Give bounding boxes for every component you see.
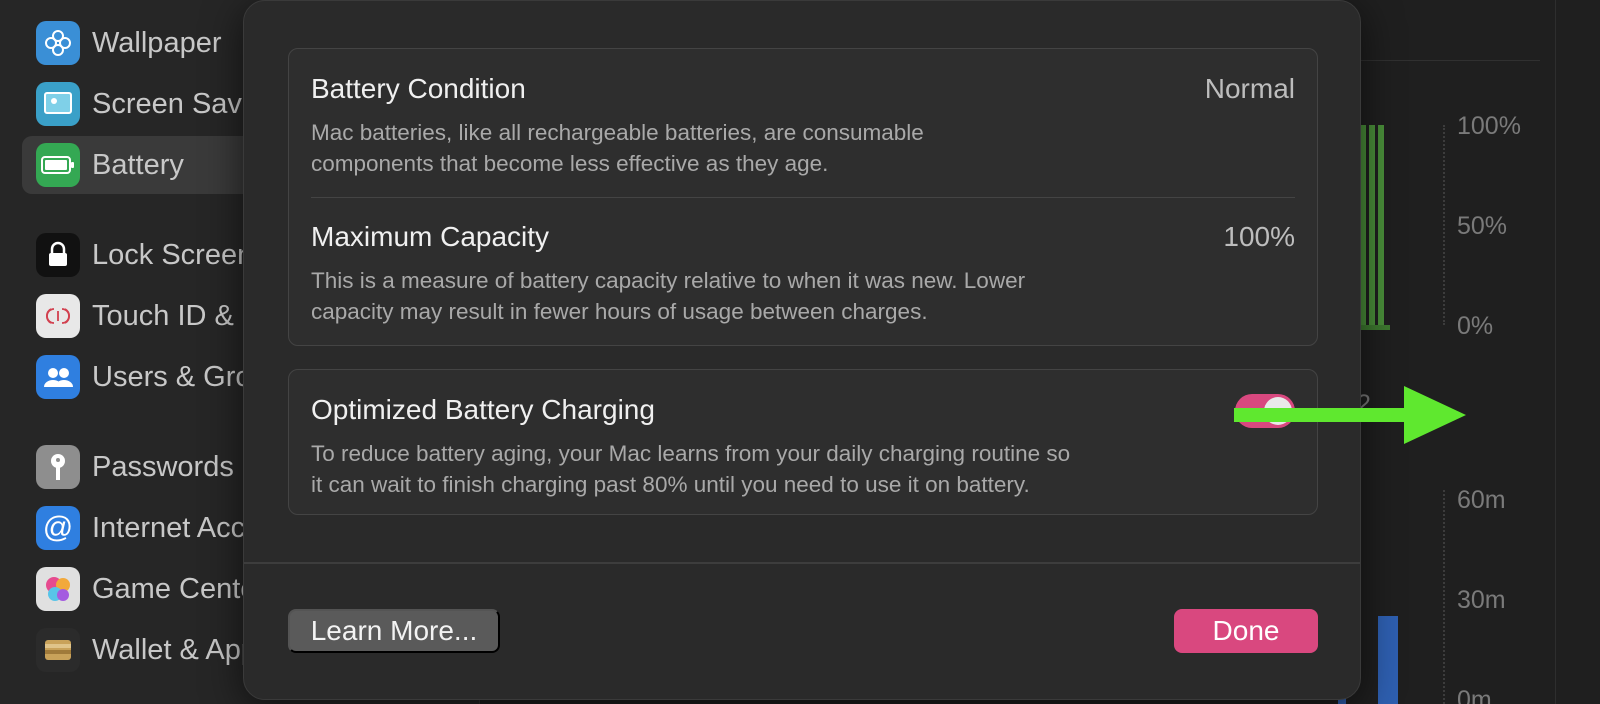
game-center-icon — [36, 567, 80, 611]
battery-condition-description: Mac batteries, like all rechargeable bat… — [311, 117, 1295, 179]
optimized-charging-description: To reduce battery aging, your Mac learns… — [311, 438, 1295, 500]
lock-icon — [36, 233, 80, 277]
row-divider — [311, 197, 1295, 198]
description-line: components that become less effective as… — [311, 151, 829, 176]
description-line: To reduce battery aging, your Mac learns… — [311, 441, 1071, 466]
battery-icon — [36, 143, 80, 187]
chart-divider — [1340, 60, 1540, 61]
key-icon — [36, 445, 80, 489]
chart-axis-label: 0% — [1457, 312, 1494, 340]
maximum-capacity-row: Maximum Capacity 100% This is a measure … — [311, 221, 1295, 327]
chart-gridline — [1443, 125, 1445, 325]
battery-health-group: Battery Condition Normal Mac batteries, … — [288, 48, 1318, 346]
sidebar-item-label: Battery — [92, 148, 184, 181]
maximum-capacity-description: This is a measure of battery capacity re… — [311, 265, 1295, 327]
maximum-capacity-title: Maximum Capacity — [311, 221, 550, 252]
wallet-icon — [36, 628, 80, 672]
sidebar-item-label: Wallpaper — [92, 26, 222, 59]
flower-icon — [36, 21, 80, 65]
chart-axis-label: 50% — [1457, 212, 1508, 240]
done-button[interactable]: Done — [1174, 609, 1318, 653]
optimized-charging-title: Optimized Battery Charging — [311, 394, 655, 425]
sidebar-item-label: Passwords — [92, 450, 234, 483]
description-line: it can wait to finish charging past 80% … — [311, 472, 1030, 497]
optimized-charging-row: Optimized Battery Charging To reduce bat… — [311, 394, 1295, 500]
sidebar-item-label: Game Center — [92, 572, 267, 605]
battery-level-chart — [1360, 125, 1390, 330]
annotation-arrow-icon — [1234, 386, 1466, 444]
optimized-charging-group: Optimized Battery Charging To reduce bat… — [288, 369, 1318, 515]
at-icon: @ — [36, 506, 80, 550]
battery-condition-title: Battery Condition — [311, 73, 526, 104]
learn-more-button[interactable]: Learn More... — [288, 609, 500, 653]
description-line: This is a measure of battery capacity re… — [311, 268, 1026, 293]
chart-gridline — [1443, 490, 1445, 704]
chart-axis-label: 0m — [1457, 686, 1492, 704]
description-line: capacity may result in fewer hours of us… — [311, 299, 928, 324]
description-line: Mac batteries, like all rechargeable bat… — [311, 120, 924, 145]
chart-axis-label: 60m — [1457, 486, 1506, 514]
sidebar-item-label: Lock Screen — [92, 238, 254, 271]
chart-axis-label: 30m — [1457, 586, 1506, 614]
users-icon — [36, 355, 80, 399]
fingerprint-icon — [36, 294, 80, 338]
screen-saver-icon — [36, 82, 80, 126]
battery-health-dialog: Battery Condition Normal Mac batteries, … — [243, 0, 1466, 700]
screen: Wallpaper Screen Saver Battery Lock Scre… — [0, 0, 1600, 704]
footer-divider — [244, 562, 1360, 564]
maximum-capacity-value: 100% — [1223, 221, 1295, 252]
window-edge — [1555, 0, 1556, 704]
chart-axis-label: 100% — [1457, 112, 1521, 140]
battery-condition-row: Battery Condition Normal Mac batteries, … — [311, 73, 1295, 179]
sidebar-item-label: Screen Saver — [92, 87, 268, 120]
battery-condition-value: Normal — [1204, 73, 1295, 104]
